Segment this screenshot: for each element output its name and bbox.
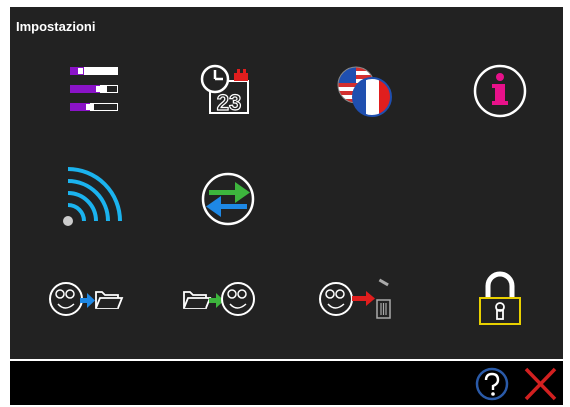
info-button[interactable] (460, 55, 540, 125)
display-settings-button[interactable] (58, 55, 138, 125)
help-button[interactable] (474, 366, 510, 402)
help-icon (475, 367, 509, 401)
wifi-icon (63, 167, 122, 226)
info-icon (473, 64, 527, 118)
settings-window: Impostazioni 23 (10, 7, 563, 359)
language-flags-icon (337, 66, 392, 117)
import-from-folder-button[interactable] (44, 262, 124, 332)
close-icon (524, 367, 557, 401)
svg-text:23: 23 (217, 90, 241, 115)
language-button[interactable] (324, 55, 404, 125)
page-title: Impostazioni (16, 19, 96, 34)
date-time-button[interactable]: 23 (188, 55, 268, 125)
clock-calendar-icon: 23 (200, 64, 249, 116)
delete-to-trash-button[interactable] (314, 262, 394, 332)
sync-button[interactable] (188, 163, 268, 233)
footer-bar (10, 361, 563, 405)
face-delete-trash-icon (319, 278, 391, 319)
wifi-button[interactable] (58, 165, 138, 235)
settings-bars-icon (70, 67, 118, 111)
lock-button[interactable] (460, 262, 540, 332)
close-button[interactable] (522, 366, 558, 402)
folder-export-face-icon (183, 282, 255, 316)
padlock-icon (479, 271, 521, 325)
export-to-folder-button[interactable] (178, 262, 258, 332)
face-import-folder-icon (49, 282, 124, 316)
sync-arrows-icon (201, 172, 255, 226)
